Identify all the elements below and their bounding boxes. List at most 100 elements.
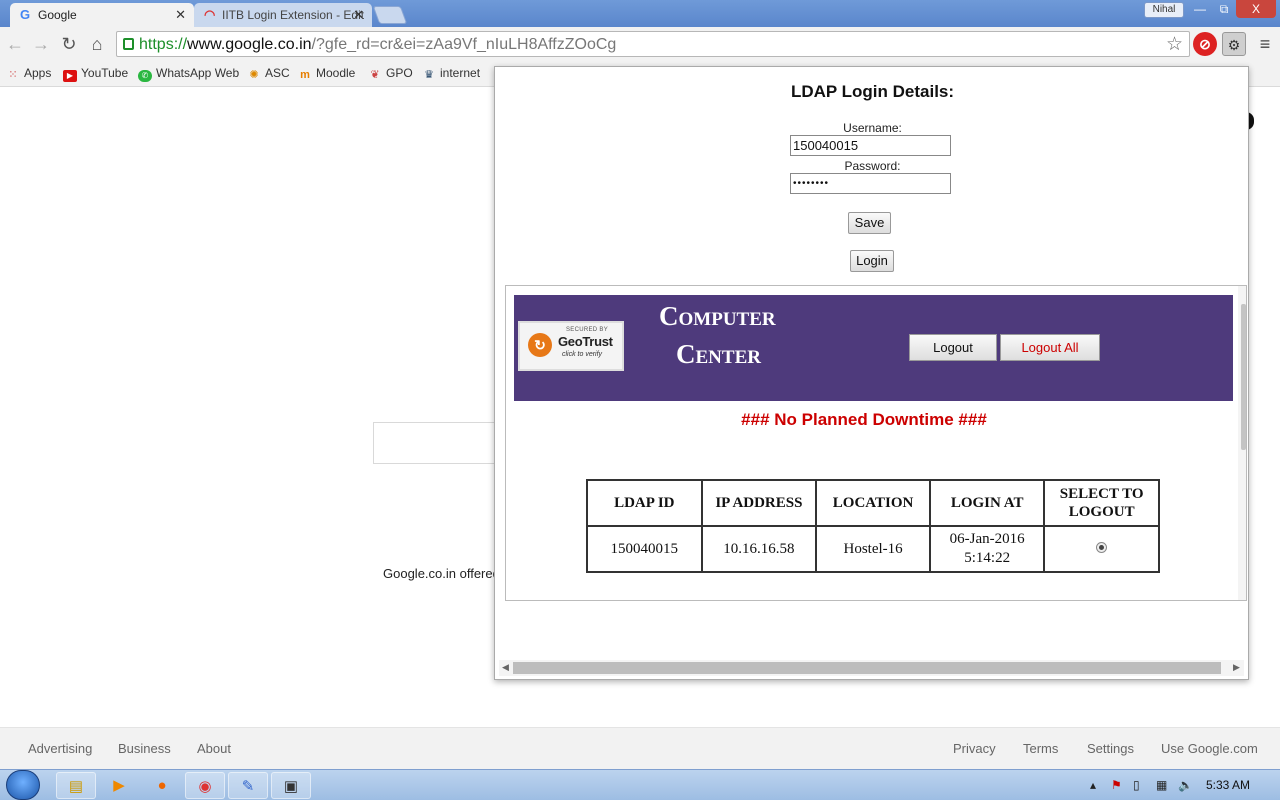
apps-grid-icon: ⁙ <box>8 69 18 81</box>
google-offered-in-text: Google.co.in offered <box>383 566 500 581</box>
save-button[interactable]: Save <box>848 212 891 234</box>
password-label: Password: <box>844 159 901 173</box>
footer-about-link[interactable]: About <box>197 741 231 756</box>
firefox-taskbar-icon[interactable]: ● <box>142 772 182 799</box>
explorer-taskbar-icon[interactable]: ▤ <box>56 772 96 799</box>
google-footer: Advertising Business About Privacy Terms… <box>0 727 1280 769</box>
bookmark-youtube[interactable]: ▶ YouTube <box>63 66 128 82</box>
cell-ip-address: 10.16.16.58 <box>700 525 818 573</box>
header-location: LOCATION <box>815 479 931 527</box>
extension-popup: LDAP Login Details: Username: Password: … <box>494 66 1249 680</box>
chrome-taskbar-icon[interactable]: ◉ <box>185 772 225 799</box>
app-taskbar-icon[interactable]: ▣ <box>271 772 311 799</box>
horizontal-scroll-thumb[interactable] <box>513 662 1221 674</box>
adblock-extension-icon[interactable]: ⊘ <box>1193 32 1217 56</box>
cell-login-at: 06-Jan-2016 5:14:22 <box>928 525 1046 573</box>
close-tab-icon[interactable]: ✕ <box>353 7 364 23</box>
browser-tab-strip: G Google ✕ ◠ IITB Login Extension - Edit… <box>0 0 1280 27</box>
reload-icon[interactable]: ↻ <box>58 33 80 55</box>
profile-button[interactable]: Nihal <box>1144 2 1184 18</box>
start-button[interactable] <box>6 770 40 800</box>
password-field[interactable]: •••••••• <box>790 173 951 194</box>
bookmark-internet[interactable]: ♛ internet <box>422 66 480 81</box>
login-button[interactable]: Login <box>850 250 894 272</box>
tray-expand-icon[interactable]: ▴ <box>1090 778 1096 792</box>
moodle-icon: m <box>300 69 310 81</box>
volume-icon[interactable]: 🔈 <box>1178 778 1193 792</box>
login-time: 5:14:22 <box>964 550 1011 566</box>
secure-lock-icon <box>123 38 134 50</box>
header-login-at: LOGIN AT <box>928 479 1046 527</box>
screen: G Google ✕ ◠ IITB Login Extension - Edit… <box>0 0 1280 800</box>
header-ip-address: IP ADDRESS <box>700 479 818 527</box>
bookmark-apps[interactable]: ⁙ Apps <box>6 66 51 81</box>
youtube-icon: ▶ <box>63 70 77 82</box>
rainbow-favicon-icon: ◠ <box>204 7 216 22</box>
scroll-left-arrow-icon[interactable]: ◀ <box>502 662 509 673</box>
forward-arrow-icon[interactable]: → <box>30 33 52 55</box>
popup-horizontal-scrollbar[interactable]: ◀ ▶ <box>499 660 1244 676</box>
bookmark-moodle[interactable]: m Moodle <box>298 66 355 81</box>
scroll-right-arrow-icon[interactable]: ▶ <box>1233 662 1240 673</box>
device-icon[interactable]: ▯ <box>1133 778 1140 792</box>
address-bar[interactable]: https://www.google.co.in/?gfe_rd=cr&ei=z… <box>116 31 1190 57</box>
table-row: 150040015 10.16.16.58 Hostel-16 06-Jan-2… <box>586 525 1160 573</box>
back-arrow-icon[interactable]: ← <box>4 33 26 55</box>
footer-terms-link[interactable]: Terms <box>1023 741 1058 756</box>
restore-button[interactable]: ⧉ <box>1212 0 1236 18</box>
login-date: 06-Jan-2016 <box>949 531 1025 547</box>
new-tab-button[interactable] <box>372 6 408 24</box>
url-text: https://www.google.co.in/?gfe_rd=cr&ei=z… <box>139 36 617 53</box>
iitb-extension-icon[interactable]: ⚙ <box>1222 32 1246 56</box>
footer-settings-link[interactable]: Settings <box>1087 741 1134 756</box>
close-window-button[interactable]: X <box>1236 0 1276 18</box>
computer-center-banner: ↻ SECURED BY GeoTrust click to verify Co… <box>514 295 1233 401</box>
sessions-table: LDAP ID IP ADDRESS LOCATION LOGIN AT SEL… <box>586 479 1160 573</box>
cell-ldap-id: 150040015 <box>586 525 703 573</box>
username-label: Username: <box>843 121 902 135</box>
footer-privacy-link[interactable]: Privacy <box>953 741 996 756</box>
frame-vertical-scrollbar[interactable] <box>1238 286 1246 600</box>
header-ldap-id: LDAP ID <box>586 479 703 527</box>
popup-title: LDAP Login Details: <box>790 82 955 101</box>
taskbar-clock[interactable]: 5:33 AM <box>1206 778 1250 792</box>
tab-iitb-extension[interactable]: ◠ IITB Login Extension - Edit ✕ <box>194 3 372 27</box>
footer-advertising-link[interactable]: Advertising <box>28 741 92 756</box>
geotrust-seal[interactable]: ↻ SECURED BY GeoTrust click to verify <box>518 321 624 371</box>
bookmark-gpo[interactable]: ❦ GPO <box>368 66 412 81</box>
logout-button[interactable]: Logout <box>909 334 997 361</box>
table-header-row: LDAP ID IP ADDRESS LOCATION LOGIN AT SEL… <box>586 479 1160 527</box>
home-icon[interactable]: ⌂ <box>86 33 108 55</box>
computer-heading: Computer <box>659 301 776 331</box>
geotrust-logo-icon: ↻ <box>528 333 552 357</box>
network-icon[interactable]: ▦ <box>1156 778 1167 792</box>
username-field[interactable] <box>790 135 951 156</box>
bookmark-asc[interactable]: ✺ ASC <box>247 66 289 81</box>
select-session-radio[interactable] <box>1096 541 1108 553</box>
chrome-menu-icon[interactable]: ≡ <box>1253 32 1277 56</box>
gpo-icon: ❦ <box>370 69 380 81</box>
frame-scroll-thumb[interactable] <box>1241 304 1246 450</box>
computer-center-frame: ↻ SECURED BY GeoTrust click to verify Co… <box>505 285 1247 601</box>
tab-label: IITB Login Extension - Edit <box>222 8 365 22</box>
browser-toolbar: ← → ↻ ⌂ https://www.google.co.in/?gfe_rd… <box>0 27 1280 61</box>
bookmark-whatsapp[interactable]: ✆ WhatsApp Web <box>138 66 239 82</box>
cell-select-to-logout <box>1043 525 1160 573</box>
logout-all-button[interactable]: Logout All <box>1000 334 1100 361</box>
whatsapp-icon: ✆ <box>138 70 152 82</box>
tab-google[interactable]: G Google ✕ <box>10 3 194 27</box>
footer-use-google-com-link[interactable]: Use Google.com <box>1161 741 1258 756</box>
close-tab-icon[interactable]: ✕ <box>175 7 186 23</box>
paint-taskbar-icon[interactable]: ✎ <box>228 772 268 799</box>
action-center-icon[interactable]: ⚑ <box>1111 778 1122 792</box>
media-player-taskbar-icon[interactable]: ▶ <box>99 772 139 799</box>
downtime-notice: ### No Planned Downtime ### <box>741 410 987 429</box>
asc-icon: ✺ <box>249 69 259 81</box>
footer-business-link[interactable]: Business <box>118 741 171 756</box>
bookmark-star-icon[interactable]: ☆ <box>1166 33 1183 56</box>
internet-icon: ♛ <box>424 69 434 81</box>
cell-location: Hostel-16 <box>815 525 931 573</box>
windows-taskbar: ▤ ▶ ● ◉ ✎ ▣ ▴ ⚑ ▯ ▦ 🔈 5:33 AM <box>0 769 1280 800</box>
minimize-button[interactable]: — <box>1188 0 1212 18</box>
google-search-input[interactable] <box>373 422 513 464</box>
